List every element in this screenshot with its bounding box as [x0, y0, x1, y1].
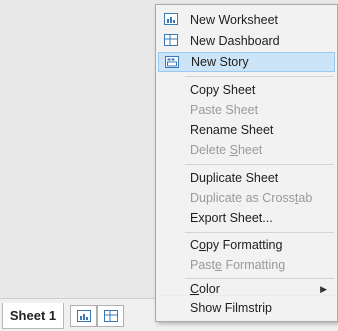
menu-item-label: Rename Sheet — [190, 123, 274, 137]
menu-item-label: New Dashboard — [190, 34, 280, 48]
menu-item-label: Export Sheet... — [190, 211, 273, 225]
menu-item-label: Color — [190, 282, 220, 296]
menu-item-new-story[interactable]: New Story — [158, 52, 335, 72]
new-dashboard-icon — [103, 310, 118, 322]
new-story-icon — [165, 56, 179, 68]
new-worksheet-icon — [164, 13, 178, 25]
menu-item-duplicate-sheet[interactable]: Duplicate Sheet — [158, 168, 335, 188]
new-worksheet-icon — [76, 310, 91, 322]
menu-item-show-filmstrip[interactable]: Show Filmstrip — [158, 298, 335, 318]
menu-item-label: Copy Formatting — [190, 238, 283, 252]
menu-item-copy-formatting[interactable]: Copy Formatting — [158, 235, 335, 255]
menu-separator — [185, 278, 334, 279]
menu-item-new-worksheet[interactable]: New Worksheet — [158, 10, 335, 30]
menu-item-paste-formatting: Paste Formatting — [158, 255, 335, 275]
menu-item-label: Paste Sheet — [190, 103, 259, 117]
menu-item-label: Duplicate Sheet — [190, 171, 279, 185]
sheet-context-menu: New Worksheet New Dashboard New Story Co… — [155, 4, 338, 301]
submenu-arrow-icon: ▶ — [320, 284, 327, 294]
menu-item-delete-sheet: Delete Sheet — [158, 140, 335, 160]
menu-item-rename-sheet[interactable]: Rename Sheet — [158, 120, 335, 140]
sheet-tab-sheet1[interactable]: Sheet 1 — [2, 303, 64, 329]
menu-item-label: Duplicate as Crosstab — [190, 191, 313, 205]
menu-item-label: Delete Sheet — [190, 143, 263, 157]
menu-item-label: Copy Sheet — [190, 83, 256, 97]
menu-item-export-sheet[interactable]: Export Sheet... — [158, 208, 335, 228]
sheet-context-menu-bottom: Show Filmstrip — [155, 296, 338, 322]
menu-item-new-dashboard[interactable]: New Dashboard — [158, 31, 335, 51]
menu-separator — [185, 164, 334, 165]
sheet-tab-label: Sheet 1 — [9, 308, 57, 323]
menu-item-copy-sheet[interactable]: Copy Sheet — [158, 80, 335, 100]
new-dashboard-icon — [164, 34, 178, 46]
menu-item-label: Show Filmstrip — [190, 301, 272, 315]
new-dashboard-tab-button[interactable] — [97, 305, 124, 327]
menu-item-duplicate-as-crosstab: Duplicate as Crosstab — [158, 188, 335, 208]
menu-separator — [185, 232, 334, 233]
menu-item-label: New Worksheet — [190, 13, 278, 27]
new-worksheet-tab-button[interactable] — [70, 305, 97, 327]
menu-item-label: New Story — [191, 55, 249, 69]
menu-item-paste-sheet: Paste Sheet — [158, 100, 335, 120]
menu-item-label: Paste Formatting — [190, 258, 286, 272]
menu-separator — [185, 76, 334, 77]
